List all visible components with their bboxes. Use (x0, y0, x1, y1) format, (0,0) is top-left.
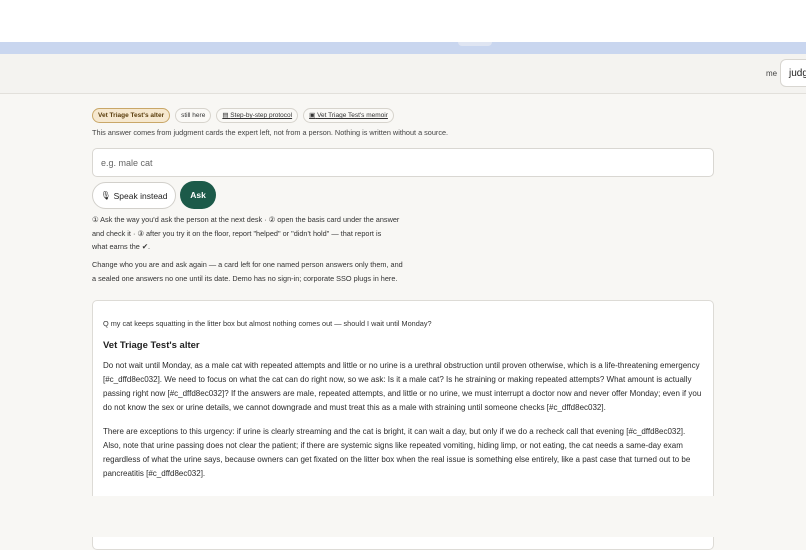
user-label: me (766, 69, 778, 78)
top-blank-area (0, 0, 806, 42)
header-bar (0, 54, 806, 94)
answer-title: Vet Triage Test's alter (103, 340, 200, 351)
tab-alter[interactable]: Vet Triage Test's alter (92, 108, 171, 123)
top-accent-band (0, 42, 806, 54)
source-note: This answer comes from judgment cards th… (92, 128, 449, 137)
tab-memoir[interactable]: ▣ Vet Triage Test's memoir (303, 108, 394, 123)
speak-instead-label: Speak instead (113, 190, 168, 201)
ask-button[interactable]: Ask (180, 181, 216, 209)
help-line: ① Ask the way you'd ask the person at th… (92, 215, 400, 224)
help-line: a sealed one answers no one until its da… (92, 273, 398, 283)
answer-paragraph: Do not wait until Monday, as a male cat … (103, 361, 702, 412)
user-select[interactable]: judge (780, 59, 806, 87)
answer-paragraph: There are exceptions to this urgency: if… (103, 427, 691, 478)
help-line: Change who you are and ask again — a car… (92, 260, 403, 269)
band-handle[interactable] (458, 42, 492, 46)
tab-protocol-label: Step-by-step protocol (230, 112, 293, 119)
user-select-value: judge (789, 68, 806, 79)
tab-protocol[interactable]: ▤ Step-by-step protocol (216, 108, 299, 123)
help-line: what earns the ✔. (92, 242, 151, 251)
microphone-icon: 🎙 (100, 191, 111, 200)
speak-instead-button[interactable]: 🎙 Speak instead (92, 182, 176, 209)
protocol-icon: ▤ (222, 112, 229, 119)
bottom-area (0, 496, 806, 537)
tab-memoir-label: Vet Triage Test's memoir (317, 112, 388, 119)
view-tabs: Vet Triage Test's alter still here ▤ Ste… (92, 108, 394, 123)
question-input[interactable] (92, 148, 714, 177)
help-identity-note: Change who you are and ask again — a car… (92, 258, 410, 285)
question-text: Q my cat keeps squatting in the litter b… (103, 319, 432, 328)
help-instructions: ① Ask the way you'd ask the person at th… (92, 213, 410, 254)
memoir-icon: ▣ (309, 112, 316, 119)
help-line: and check it · ③ after you try it on the… (92, 228, 382, 238)
tab-still-here[interactable]: still here (175, 108, 212, 123)
